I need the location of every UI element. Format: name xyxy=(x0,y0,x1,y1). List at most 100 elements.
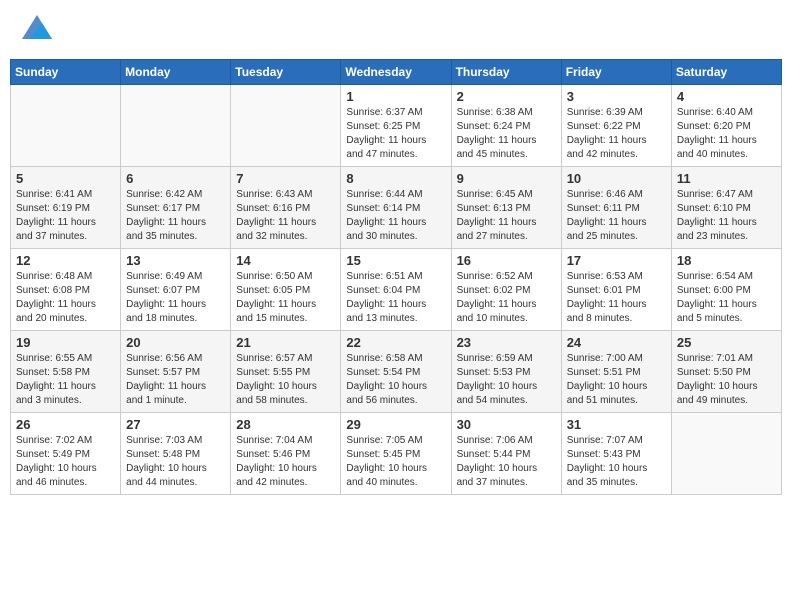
day-info: Sunrise: 7:02 AM Sunset: 5:49 PM Dayligh… xyxy=(16,434,115,490)
calendar-cell: 12 Sunrise: 6:48 AM Sunset: 6:08 PM Dayli… xyxy=(11,249,121,331)
calendar-cell: 2 Sunrise: 6:38 AM Sunset: 6:24 PM Daylig… xyxy=(451,85,561,167)
day-number: 15 xyxy=(346,253,445,268)
weekday-header: Friday xyxy=(561,60,671,85)
day-info: Sunrise: 7:03 AM Sunset: 5:48 PM Dayligh… xyxy=(126,434,225,490)
weekday-header: Sunday xyxy=(11,60,121,85)
calendar-week-row: 12 Sunrise: 6:48 AM Sunset: 6:08 PM Dayli… xyxy=(11,249,782,331)
day-info: Sunrise: 7:04 AM Sunset: 5:46 PM Dayligh… xyxy=(236,434,335,490)
calendar-cell: 11 Sunrise: 6:47 AM Sunset: 6:10 PM Dayli… xyxy=(671,167,781,249)
day-info: Sunrise: 6:51 AM Sunset: 6:04 PM Dayligh… xyxy=(346,270,445,326)
day-number: 29 xyxy=(346,417,445,432)
weekday-header: Thursday xyxy=(451,60,561,85)
day-info: Sunrise: 7:07 AM Sunset: 5:43 PM Dayligh… xyxy=(567,434,666,490)
day-number: 23 xyxy=(457,335,556,350)
day-info: Sunrise: 6:55 AM Sunset: 5:58 PM Dayligh… xyxy=(16,352,115,408)
day-number: 11 xyxy=(677,171,776,186)
day-number: 6 xyxy=(126,171,225,186)
day-info: Sunrise: 6:47 AM Sunset: 6:10 PM Dayligh… xyxy=(677,188,776,244)
calendar-cell xyxy=(11,85,121,167)
day-info: Sunrise: 7:05 AM Sunset: 5:45 PM Dayligh… xyxy=(346,434,445,490)
day-number: 25 xyxy=(677,335,776,350)
day-number: 12 xyxy=(16,253,115,268)
day-number: 16 xyxy=(457,253,556,268)
day-number: 27 xyxy=(126,417,225,432)
calendar-cell: 27 Sunrise: 7:03 AM Sunset: 5:48 PM Dayli… xyxy=(121,413,231,495)
calendar-week-row: 26 Sunrise: 7:02 AM Sunset: 5:49 PM Dayli… xyxy=(11,413,782,495)
day-info: Sunrise: 6:48 AM Sunset: 6:08 PM Dayligh… xyxy=(16,270,115,326)
day-info: Sunrise: 6:44 AM Sunset: 6:14 PM Dayligh… xyxy=(346,188,445,244)
calendar-cell: 21 Sunrise: 6:57 AM Sunset: 5:55 PM Dayli… xyxy=(231,331,341,413)
calendar-header-row: SundayMondayTuesdayWednesdayThursdayFrid… xyxy=(11,60,782,85)
day-number: 18 xyxy=(677,253,776,268)
day-info: Sunrise: 6:37 AM Sunset: 6:25 PM Dayligh… xyxy=(346,106,445,162)
day-info: Sunrise: 6:52 AM Sunset: 6:02 PM Dayligh… xyxy=(457,270,556,326)
calendar-cell: 3 Sunrise: 6:39 AM Sunset: 6:22 PM Daylig… xyxy=(561,85,671,167)
calendar-cell: 14Sunrise: 6:50 AM Sunset: 6:05 PM Dayli… xyxy=(231,249,341,331)
day-info: Sunrise: 6:53 AM Sunset: 6:01 PM Dayligh… xyxy=(567,270,666,326)
day-info: Sunrise: 6:43 AM Sunset: 6:16 PM Dayligh… xyxy=(236,188,335,244)
calendar-cell: 19 Sunrise: 6:55 AM Sunset: 5:58 PM Dayli… xyxy=(11,331,121,413)
calendar-cell: 6Sunrise: 6:42 AM Sunset: 6:17 PM Daylig… xyxy=(121,167,231,249)
calendar-week-row: 19 Sunrise: 6:55 AM Sunset: 5:58 PM Dayli… xyxy=(11,331,782,413)
calendar-cell: 20Sunrise: 6:56 AM Sunset: 5:57 PM Dayli… xyxy=(121,331,231,413)
calendar-cell: 4 Sunrise: 6:40 AM Sunset: 6:20 PM Daylig… xyxy=(671,85,781,167)
calendar-cell xyxy=(231,85,341,167)
day-number: 30 xyxy=(457,417,556,432)
weekday-header: Wednesday xyxy=(341,60,451,85)
day-number: 8 xyxy=(346,171,445,186)
day-info: Sunrise: 6:40 AM Sunset: 6:20 PM Dayligh… xyxy=(677,106,776,162)
calendar-cell: 16 Sunrise: 6:52 AM Sunset: 6:02 PM Dayli… xyxy=(451,249,561,331)
calendar-cell xyxy=(121,85,231,167)
day-number: 13 xyxy=(126,253,225,268)
day-number: 5 xyxy=(16,171,115,186)
day-number: 22 xyxy=(346,335,445,350)
day-number: 19 xyxy=(16,335,115,350)
day-info: Sunrise: 6:38 AM Sunset: 6:24 PM Dayligh… xyxy=(457,106,556,162)
calendar-cell: 17 Sunrise: 6:53 AM Sunset: 6:01 PM Dayli… xyxy=(561,249,671,331)
calendar-cell: 31 Sunrise: 7:07 AM Sunset: 5:43 PM Dayli… xyxy=(561,413,671,495)
page-header xyxy=(10,10,782,49)
day-number: 7 xyxy=(236,171,335,186)
day-info: Sunrise: 6:50 AM Sunset: 6:05 PM Dayligh… xyxy=(236,270,335,326)
day-info: Sunrise: 6:39 AM Sunset: 6:22 PM Dayligh… xyxy=(567,106,666,162)
weekday-header: Tuesday xyxy=(231,60,341,85)
day-number: 2 xyxy=(457,89,556,104)
calendar-cell: 15 Sunrise: 6:51 AM Sunset: 6:04 PM Dayli… xyxy=(341,249,451,331)
day-info: Sunrise: 6:49 AM Sunset: 6:07 PM Dayligh… xyxy=(126,270,225,326)
weekday-header: Monday xyxy=(121,60,231,85)
weekday-header: Saturday xyxy=(671,60,781,85)
calendar-cell: 10 Sunrise: 6:46 AM Sunset: 6:11 PM Dayli… xyxy=(561,167,671,249)
day-info: Sunrise: 6:57 AM Sunset: 5:55 PM Dayligh… xyxy=(236,352,335,408)
calendar-cell: 29 Sunrise: 7:05 AM Sunset: 5:45 PM Dayli… xyxy=(341,413,451,495)
day-info: Sunrise: 7:01 AM Sunset: 5:50 PM Dayligh… xyxy=(677,352,776,408)
day-number: 4 xyxy=(677,89,776,104)
day-number: 3 xyxy=(567,89,666,104)
calendar-cell: 5 Sunrise: 6:41 AM Sunset: 6:19 PM Daylig… xyxy=(11,167,121,249)
logo-icon xyxy=(22,15,52,39)
calendar-week-row: 1 Sunrise: 6:37 AM Sunset: 6:25 PM Daylig… xyxy=(11,85,782,167)
day-info: Sunrise: 7:06 AM Sunset: 5:44 PM Dayligh… xyxy=(457,434,556,490)
calendar-cell: 8 Sunrise: 6:44 AM Sunset: 6:14 PM Daylig… xyxy=(341,167,451,249)
calendar-cell: 26 Sunrise: 7:02 AM Sunset: 5:49 PM Dayli… xyxy=(11,413,121,495)
day-number: 10 xyxy=(567,171,666,186)
day-number: 31 xyxy=(567,417,666,432)
calendar-cell: 22 Sunrise: 6:58 AM Sunset: 5:54 PM Dayli… xyxy=(341,331,451,413)
day-info: Sunrise: 6:46 AM Sunset: 6:11 PM Dayligh… xyxy=(567,188,666,244)
day-number: 9 xyxy=(457,171,556,186)
day-number: 1 xyxy=(346,89,445,104)
logo-text xyxy=(20,15,52,44)
calendar-cell: 24Sunrise: 7:00 AM Sunset: 5:51 PM Dayli… xyxy=(561,331,671,413)
day-number: 26 xyxy=(16,417,115,432)
day-info: Sunrise: 7:00 AM Sunset: 5:51 PM Dayligh… xyxy=(567,352,666,408)
day-number: 20 xyxy=(126,335,225,350)
calendar-table: SundayMondayTuesdayWednesdayThursdayFrid… xyxy=(10,59,782,495)
day-number: 17 xyxy=(567,253,666,268)
calendar-week-row: 5 Sunrise: 6:41 AM Sunset: 6:19 PM Daylig… xyxy=(11,167,782,249)
day-info: Sunrise: 6:41 AM Sunset: 6:19 PM Dayligh… xyxy=(16,188,115,244)
calendar-cell: 28Sunrise: 7:04 AM Sunset: 5:46 PM Dayli… xyxy=(231,413,341,495)
calendar-cell: 7 Sunrise: 6:43 AM Sunset: 6:16 PM Daylig… xyxy=(231,167,341,249)
day-info: Sunrise: 6:54 AM Sunset: 6:00 PM Dayligh… xyxy=(677,270,776,326)
calendar-cell: 25 Sunrise: 7:01 AM Sunset: 5:50 PM Dayli… xyxy=(671,331,781,413)
day-number: 21 xyxy=(236,335,335,350)
day-info: Sunrise: 6:58 AM Sunset: 5:54 PM Dayligh… xyxy=(346,352,445,408)
